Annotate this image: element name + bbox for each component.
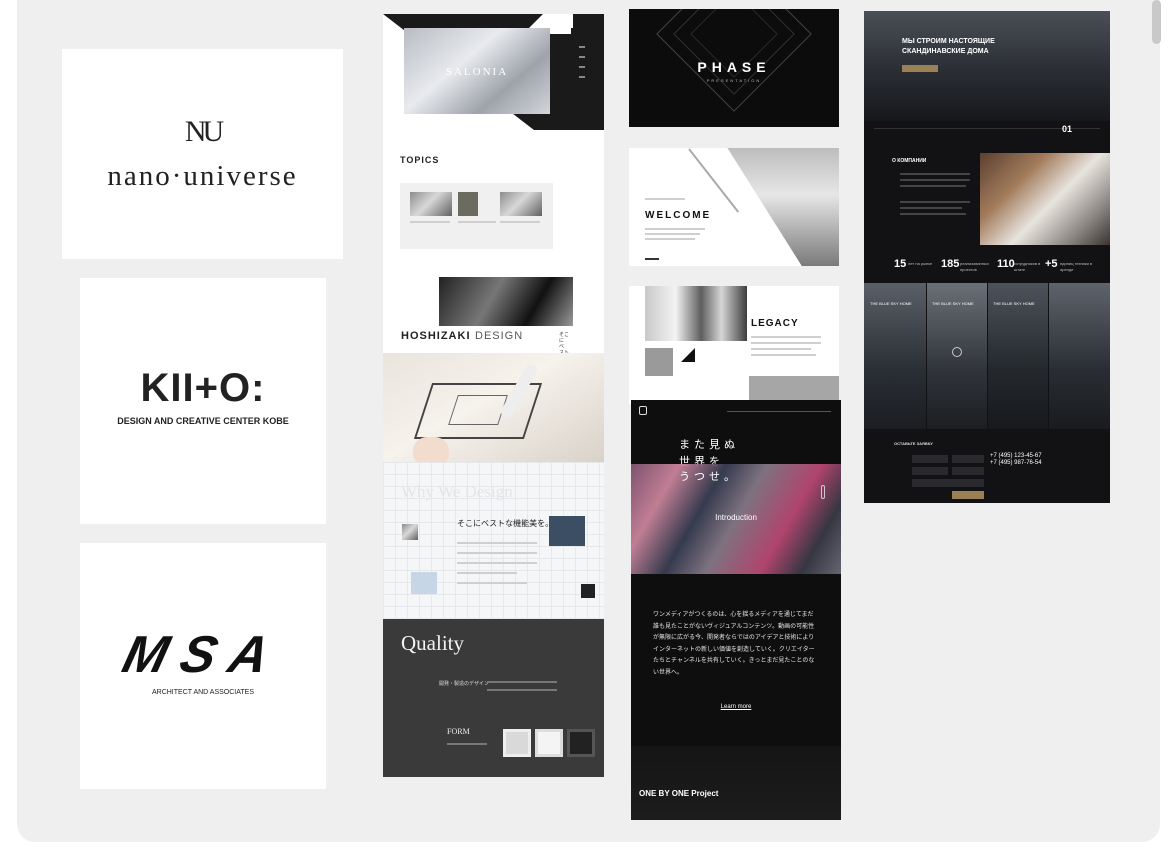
onebyone-body-text: ワンメディアがつくるのは、心を揺るメディアを通じてまだ誰も見たことがないヴィジュ… (653, 612, 815, 676)
welcome-slide-card[interactable]: WELCOME (629, 148, 839, 266)
onebyone-headline-1: また見ぬ (679, 439, 739, 451)
onebyone-learn-more-link[interactable]: Learn more (631, 704, 841, 710)
zoom-icon[interactable] (952, 347, 962, 357)
welcome-title: WELCOME (645, 210, 712, 221)
scandi-stat-1-label: лет на рынке (908, 261, 933, 266)
scandi-stat-2-value: 185 (941, 258, 960, 270)
hoshizaki-quality-section: Quality 開発・製造のデザイン FORM (383, 619, 604, 777)
salonia-hero-text: SALONIA (445, 66, 509, 78)
nano-universe-logo-card[interactable]: NU nano·universe (62, 49, 343, 259)
scandi-slide-number: 01 (1062, 124, 1073, 134)
topics-heading: TOPICS (400, 155, 440, 165)
onebyone-logo-icon (639, 406, 647, 415)
scandi-homes-site-card[interactable]: МЫ СТРОИМ НАСТОЯЩИЕ СКАНДИНАВСКИЕ ДОМА 0… (864, 11, 1110, 503)
scandi-stat-3-value: 110 (997, 258, 1015, 270)
topics-panel (400, 183, 553, 249)
kiito-logo-card[interactable]: KII+O: DESIGN AND CREATIVE CENTER KOBE (80, 278, 326, 524)
scandi-about-heading: О КОМПАНИИ (892, 158, 927, 164)
onebyone-headline-overlay: うつせ。 (679, 471, 739, 483)
scandi-project-1-label: THE BLUE SKY HOME (870, 301, 912, 306)
phase-title: PHASE (697, 59, 771, 75)
hoshizaki-sketch-photo (383, 353, 604, 467)
scandi-contact-form (912, 455, 984, 499)
quality-heading: Quality (401, 631, 464, 655)
salonia-side-nav (571, 28, 604, 130)
scandi-phone-2: +7 (495) 987-76-54 (990, 460, 1042, 466)
scandi-contact-heading: ОСТАВЬТЕ ЗАЯВКУ (894, 441, 933, 446)
scandi-hero-photo (864, 11, 1110, 121)
onebyone-site-card[interactable]: また見ぬ 世界を うつせ。 うつせ。 Introduction ワンメディアがつ… (631, 400, 841, 820)
onebyone-project-label: ONE BY ONE Project (639, 789, 719, 798)
nano-universe-mark: NU (184, 115, 224, 148)
msa-logo-card[interactable]: MSA ARCHITECT AND ASSOCIATES (80, 543, 326, 789)
salonia-footer-photo (439, 277, 573, 326)
scrollbar[interactable] (1152, 0, 1161, 44)
legacy-slide-card[interactable]: LEGACY (629, 286, 839, 404)
form-heading: FORM (447, 727, 470, 736)
hoshizaki-title-light: DESIGN (475, 330, 524, 342)
legacy-title: LEGACY (751, 318, 799, 329)
msa-mark: MSA (116, 626, 290, 684)
phase-subtitle: PRESENTATION (706, 78, 762, 83)
msa-subtitle: ARCHITECT AND ASSOCIATES (151, 689, 255, 696)
hoshizaki-tagline: そこにベストな機能美を。 (457, 519, 554, 528)
scandi-stat-1-value: 15 (894, 258, 907, 270)
kiito-subtitle: DESIGN AND CREATIVE CENTER KOBE (117, 416, 289, 426)
scandi-phone-1: +7 (495) 123-45-67 (990, 453, 1042, 459)
onebyone-intro-label: Introduction (715, 513, 757, 522)
scandi-stat-3-label: сотрудников в штате (1014, 261, 1041, 272)
scandi-stat-2-label: реализованных проектов (960, 261, 989, 272)
scandi-project-3-label: THE BLUE SKY HOME (993, 301, 1035, 306)
scandi-project-4[interactable] (1049, 283, 1110, 429)
phase-slide-card[interactable]: PHASE PRESENTATION (629, 9, 839, 127)
hoshizaki-title-bold: HOSHIZAKI (401, 330, 471, 342)
onebyone-footer-strip (631, 746, 841, 820)
nano-universe-wordmark: nano·universe (107, 160, 298, 192)
scandi-stat-4-label: единиц техники в аренде (1060, 261, 1093, 272)
why-we-design-heading: Why We Design (401, 482, 513, 501)
hoshizaki-site-card[interactable]: HOSHIZAKI DESIGN そこにベストな機能美を Why We Desi… (383, 326, 604, 777)
kiito-mark: KII+O: (140, 366, 266, 410)
quality-subheading: 開発・製造のデザイン (439, 681, 490, 687)
scandi-headline: МЫ СТРОИМ НАСТОЯЩИЕ СКАНДИНАВСКИЕ ДОМА (902, 38, 995, 55)
salonia-site-card[interactable]: SALONIA TOPICS (383, 14, 604, 326)
hoshizaki-grid-section: Why We Design そこにベストな機能美を。 (383, 462, 604, 619)
scandi-project-2-label: THE BLUE SKY HOME (932, 301, 974, 306)
scandi-interior-photo (980, 153, 1110, 245)
legacy-team-photo (645, 286, 747, 341)
scandi-stat-4-value: +5 (1045, 258, 1058, 270)
